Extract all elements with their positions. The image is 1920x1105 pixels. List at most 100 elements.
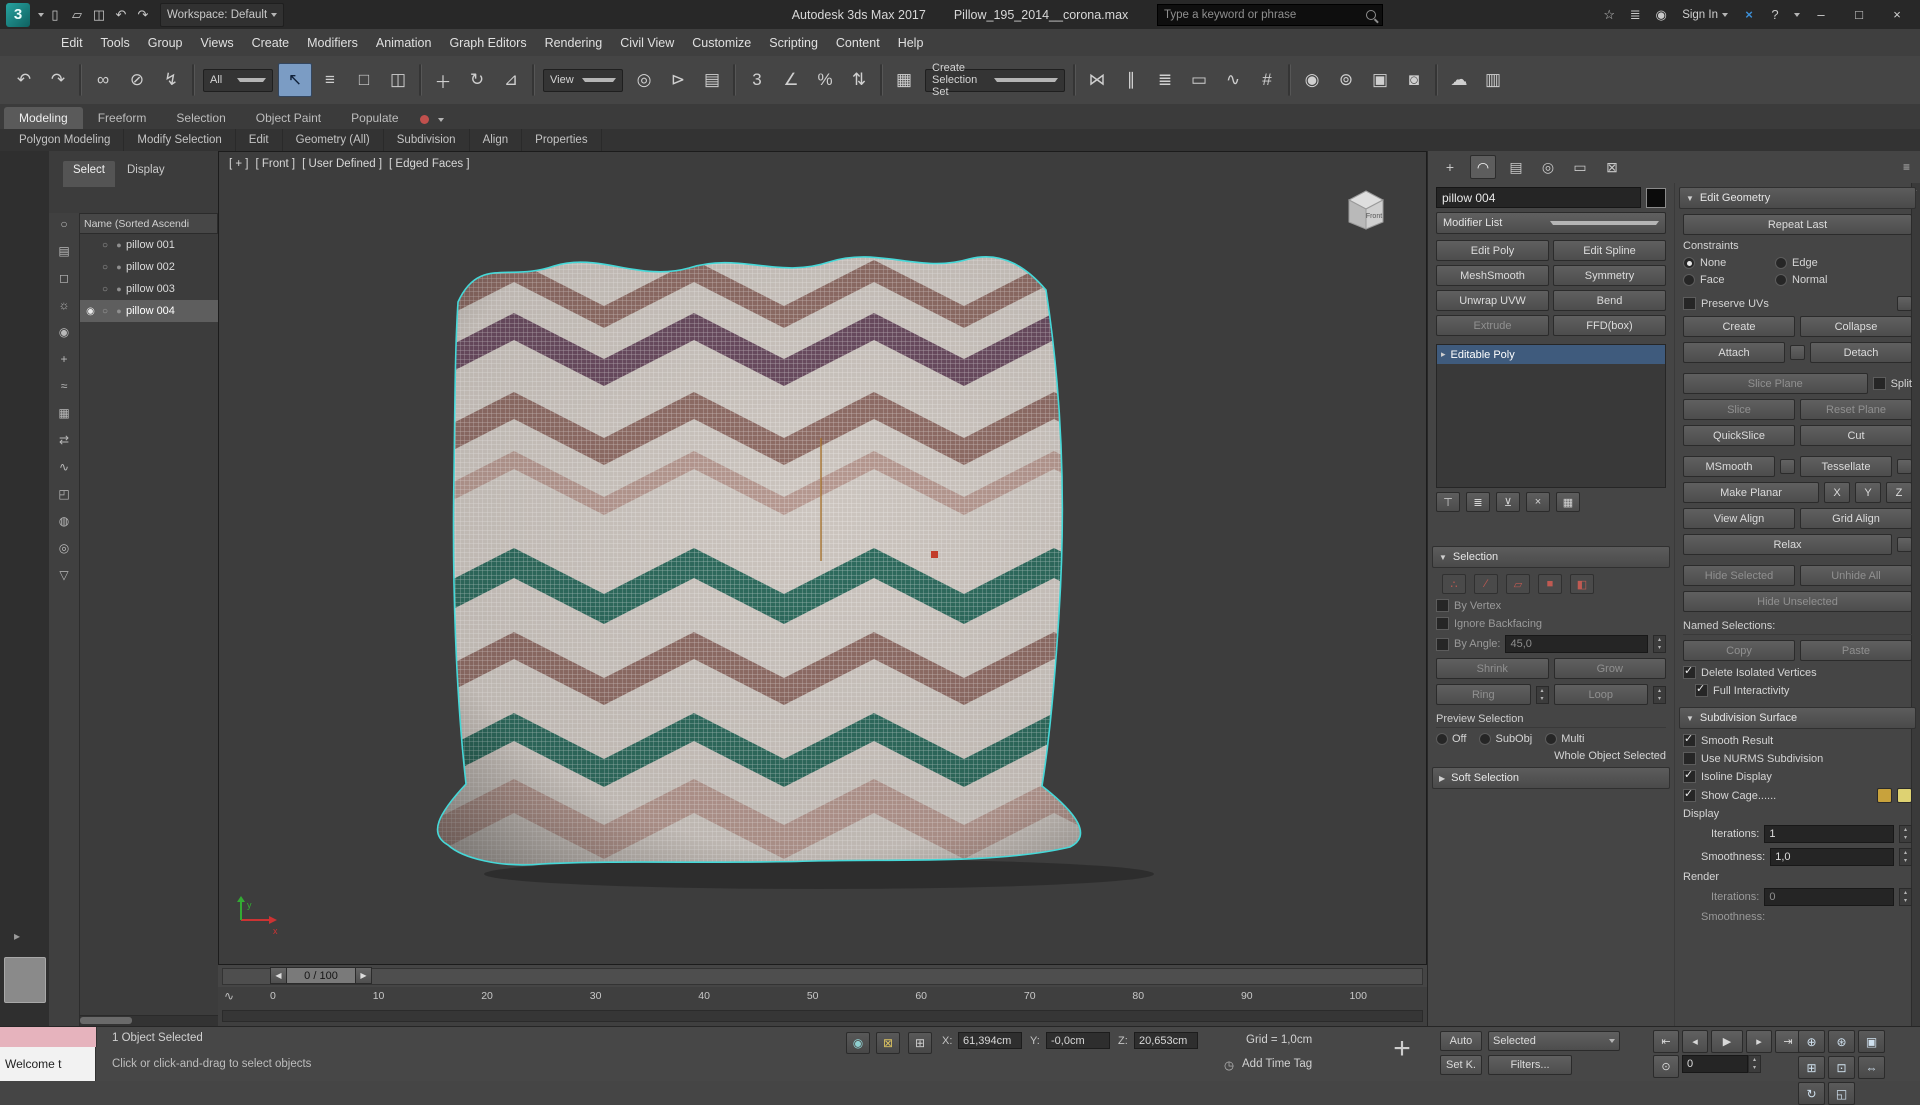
zoom-icon[interactable]: ⊕	[1798, 1030, 1825, 1053]
go-to-start-icon[interactable]: ⇤	[1653, 1030, 1679, 1053]
search-input[interactable]: Type a keyword or phrase	[1157, 4, 1383, 26]
isolate-selection-icon[interactable]: ◉	[846, 1032, 870, 1054]
zoom-extents-icon[interactable]: ▣	[1858, 1030, 1885, 1053]
schematic-view-icon[interactable]: #	[1251, 64, 1283, 96]
zoom-all-icon[interactable]: ⊛	[1828, 1030, 1855, 1053]
separator[interactable]	[79, 64, 82, 96]
radio-icon[interactable]	[1436, 733, 1448, 745]
y-coord-field[interactable]: -0,0cm	[1046, 1032, 1110, 1049]
menu-item[interactable]: Rendering	[536, 29, 612, 56]
help-icon[interactable]: ?	[1764, 4, 1786, 26]
make-unique-icon[interactable]: ⊻	[1496, 492, 1520, 512]
explorer-helpers-icon[interactable]: +	[54, 350, 74, 368]
display-iterations-value[interactable]: 1	[1764, 825, 1894, 843]
track-bar[interactable]: ∿ 0 10 20 30 40 50 60 70 80 90 100	[218, 987, 1427, 1026]
ribbon-tab[interactable]: Freeform	[83, 107, 162, 129]
planar-z-button[interactable]: Z	[1886, 482, 1912, 503]
menu-item[interactable]: Civil View	[611, 29, 683, 56]
modifier-button[interactable]: FFD(box)	[1553, 315, 1666, 336]
menu-item[interactable]: Group	[139, 29, 192, 56]
render-in-cloud-icon[interactable]: ☁	[1443, 64, 1475, 96]
menu-item[interactable]: Modifiers	[298, 29, 367, 56]
maxscript-listener-pink[interactable]	[0, 1027, 97, 1047]
planar-x-button[interactable]: X	[1824, 482, 1850, 503]
material-editor-icon[interactable]: ◉	[1296, 64, 1328, 96]
slice-plane-button[interactable]: Slice Plane	[1683, 373, 1868, 394]
workspace-selector[interactable]: Workspace: Default	[160, 2, 285, 27]
selection-filter-dropdown[interactable]: All	[203, 68, 273, 92]
ribbon-panel-item[interactable]: Properties	[522, 129, 602, 151]
modifier-button[interactable]: Edit Spline	[1553, 240, 1666, 261]
select-by-name-icon[interactable]: ≡	[314, 64, 346, 96]
collapse-button[interactable]: Collapse	[1800, 316, 1912, 337]
explorer-cameras-icon[interactable]: ◉	[54, 323, 74, 341]
new-scene-icon[interactable]: ▯	[44, 4, 66, 26]
make-planar-button[interactable]: Make Planar	[1683, 482, 1819, 503]
explorer-lights-icon[interactable]: ☼	[54, 296, 74, 314]
explorer-xrefs-icon[interactable]: ⇄	[54, 431, 74, 449]
preserve-uvs-checkbox[interactable]	[1683, 297, 1696, 310]
viewport-shading-label[interactable]: [ Edged Faces ]	[389, 158, 470, 170]
modifier-button[interactable]: Extrude	[1436, 315, 1549, 336]
explorer-filter-icon[interactable]: ▽	[54, 566, 74, 584]
named-selection-sets-icon[interactable]: ▦	[888, 64, 920, 96]
x-coord-field[interactable]: 61,394cm	[958, 1032, 1022, 1049]
render-setup-icon[interactable]: ⊚	[1330, 64, 1362, 96]
edit-geometry-rollout-header[interactable]: Edit Geometry	[1679, 187, 1916, 209]
constraint-face-radio[interactable]	[1683, 274, 1695, 286]
previous-frame-icon[interactable]: ◂	[1682, 1030, 1708, 1053]
key-mode-icon[interactable]: ⊙	[1653, 1055, 1679, 1078]
explorer-shapes-icon[interactable]: ◻	[54, 269, 74, 287]
angle-snap-icon[interactable]: ∠	[775, 64, 807, 96]
horizontal-scrollbar[interactable]	[80, 1015, 218, 1026]
selection-rollout-header[interactable]: Selection	[1432, 546, 1670, 568]
split-checkbox[interactable]	[1872, 377, 1886, 390]
add-time-tag-button[interactable]: Add Time Tag	[1242, 1058, 1312, 1070]
radio-icon[interactable]	[1545, 733, 1558, 745]
user-icon[interactable]: ◉	[1650, 4, 1672, 26]
smooth-result-checkbox[interactable]	[1683, 732, 1696, 747]
object-list-item[interactable]: pillow 004	[80, 300, 218, 322]
shrink-button[interactable]: Shrink	[1436, 658, 1549, 679]
grow-button[interactable]: Grow	[1553, 658, 1666, 679]
zoom-extents-all-icon[interactable]: ⊞	[1798, 1056, 1825, 1079]
msmooth-settings-button[interactable]	[1780, 459, 1795, 474]
set-key-button[interactable]: Set K.	[1440, 1055, 1482, 1075]
help-caret-icon[interactable]	[1794, 12, 1800, 17]
ribbon-tab[interactable]: Selection	[161, 107, 240, 129]
dock-plus-icon[interactable]: +	[1384, 1029, 1420, 1069]
object-name-field[interactable]: pillow 004	[1436, 187, 1641, 208]
paste-button[interactable]: Paste	[1800, 640, 1912, 661]
separator[interactable]	[192, 64, 195, 96]
tessellate-settings-button[interactable]	[1897, 459, 1912, 474]
mini-curve-editor-icon[interactable]: ∿	[224, 989, 234, 1003]
undo-icon[interactable]: ↶	[110, 4, 132, 26]
modifier-button[interactable]: MeshSmooth	[1436, 265, 1549, 286]
element-icon[interactable]: ◧	[1570, 574, 1594, 594]
select-and-scale-icon[interactable]: ⊿	[495, 64, 527, 96]
menu-item[interactable]: Scripting	[760, 29, 827, 56]
ribbon-tab[interactable]: Populate	[336, 107, 413, 129]
pan-icon[interactable]: ⇔	[1858, 1056, 1885, 1079]
by-angle-value[interactable]: 45,0	[1505, 635, 1648, 653]
by-vertex-checkbox[interactable]	[1436, 599, 1449, 612]
preview-option[interactable]: Off	[1436, 733, 1466, 745]
msmooth-button[interactable]: MSmooth	[1683, 456, 1775, 477]
display-tab-icon[interactable]: ▭	[1568, 156, 1592, 178]
separator[interactable]	[733, 64, 736, 96]
modifier-stack-item[interactable]: Editable Poly	[1437, 345, 1665, 364]
scene-explorer-tab[interactable]: Display	[117, 161, 175, 187]
ribbon-panel-item[interactable]: Geometry (All)	[283, 129, 384, 151]
select-and-link-icon[interactable]: ∞	[87, 64, 119, 96]
cut-button[interactable]: Cut	[1800, 425, 1912, 446]
viewport-pov-label[interactable]: [ Front ]	[256, 158, 296, 170]
gizmo-marker[interactable]	[931, 551, 938, 558]
slice-button[interactable]: Slice	[1683, 399, 1795, 420]
exchange-apps-icon[interactable]: ×	[1738, 4, 1760, 26]
frame-number-spinner[interactable]	[1748, 1055, 1761, 1073]
menu-item[interactable]: Graph Editors	[440, 29, 535, 56]
selection-lock-icon[interactable]: ⊠	[876, 1032, 900, 1054]
next-frame-icon[interactable]: ▸	[1746, 1030, 1772, 1053]
spinner-snap-icon[interactable]: ⇅	[843, 64, 875, 96]
create-selection-set-combo[interactable]: Create Selection Set	[925, 62, 1065, 98]
